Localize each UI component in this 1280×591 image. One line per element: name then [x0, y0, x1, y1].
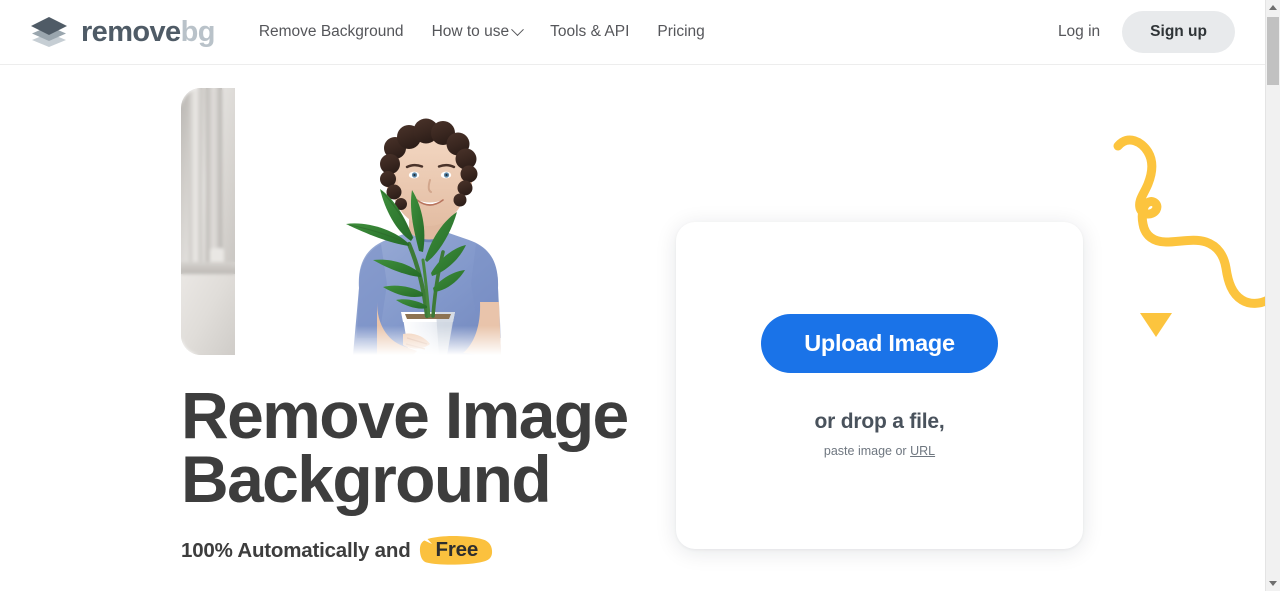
- page-root: removebg Remove Background How to use To…: [0, 0, 1280, 591]
- hero-before-after-image: [181, 88, 581, 355]
- main-nav: Remove Background How to use Tools & API…: [245, 17, 719, 47]
- hero-transparent-result-area: [235, 88, 581, 355]
- logo-text: removebg: [81, 15, 216, 48]
- site-header: removebg Remove Background How to use To…: [0, 0, 1265, 65]
- hero-original-background-strip: [181, 88, 235, 355]
- nav-item-label: How to use: [431, 23, 510, 40]
- nav-item-remove-background[interactable]: Remove Background: [245, 17, 418, 47]
- scrollbar-thumb[interactable]: [1267, 17, 1279, 85]
- chevron-down-icon: [511, 22, 524, 36]
- scrollbar-track[interactable]: [1266, 15, 1280, 576]
- hero-free-label: Free: [435, 538, 479, 562]
- stacked-layers-diamond-icon: [31, 17, 67, 47]
- upload-image-button[interactable]: Upload Image: [761, 313, 998, 373]
- scroll-up-arrow-icon[interactable]: [1266, 0, 1280, 15]
- paste-hint: paste image or URL: [824, 444, 935, 458]
- yellow-squiggle-decoration: [1113, 135, 1273, 308]
- page-scrollbar[interactable]: [1265, 0, 1280, 591]
- nav-item-label: Tools & API: [550, 23, 630, 40]
- yellow-triangle-decoration: [1140, 313, 1172, 337]
- page-title: Remove Image Background: [181, 378, 629, 517]
- nav-item-label: Pricing: [657, 23, 705, 40]
- main-content: Remove Image Background 100% Automatical…: [0, 65, 1273, 591]
- logo-text-secondary: bg: [180, 15, 216, 48]
- login-link[interactable]: Log in: [1046, 17, 1112, 47]
- hero-free-badge: Free: [419, 536, 492, 565]
- hero-subtitle: 100% Automatically and Free: [181, 536, 651, 565]
- logo-text-primary: remove: [81, 15, 181, 48]
- logo[interactable]: removebg: [28, 15, 215, 49]
- hero-subtitle-prefix: 100% Automatically and: [181, 538, 411, 562]
- drop-file-text: or drop a file,: [814, 409, 945, 433]
- paste-url-link[interactable]: URL: [910, 444, 935, 458]
- header-actions: Log in Sign up: [1046, 11, 1235, 53]
- nav-item-pricing[interactable]: Pricing: [643, 17, 718, 47]
- scroll-down-arrow-icon[interactable]: [1266, 576, 1280, 591]
- signup-button[interactable]: Sign up: [1122, 11, 1235, 53]
- nav-item-label: Remove Background: [258, 23, 404, 40]
- upload-dropzone-card[interactable]: Upload Image or drop a file, paste image…: [676, 222, 1083, 549]
- hero-left-column: Remove Image Background 100% Automatical…: [181, 88, 651, 565]
- paste-hint-prefix: paste image or: [823, 443, 907, 458]
- nav-item-how-to-use[interactable]: How to use: [418, 17, 537, 47]
- nav-item-tools-api[interactable]: Tools & API: [536, 17, 643, 47]
